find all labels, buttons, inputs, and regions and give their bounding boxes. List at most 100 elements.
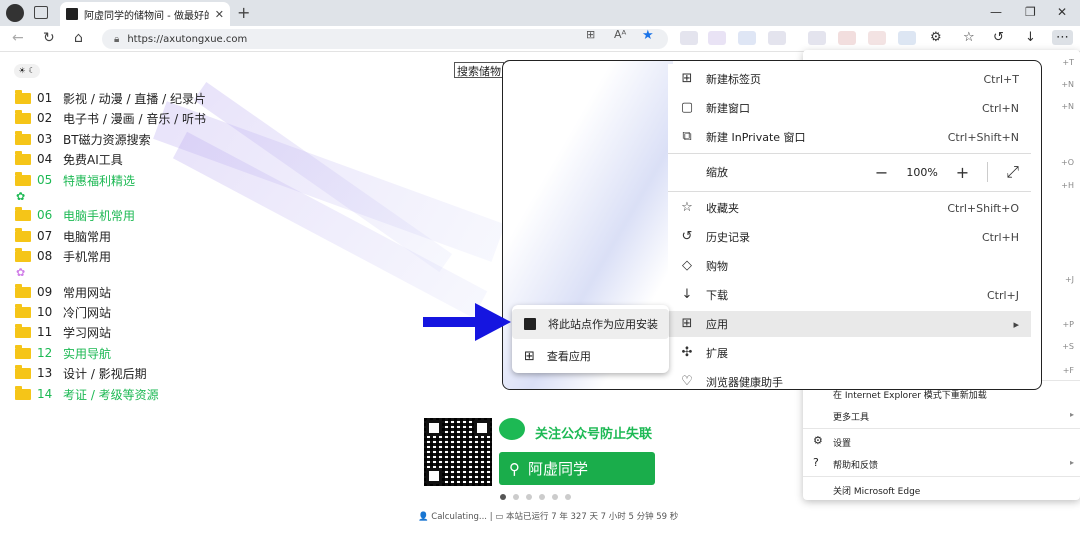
theme-toggle[interactable]: ☀ ☾ bbox=[14, 64, 40, 78]
shopping-icon: ◇ bbox=[682, 258, 692, 273]
category-label: 电子书 / 漫画 / 音乐 / 听书 bbox=[63, 111, 207, 126]
category-item[interactable]: 12 实用导航 bbox=[15, 344, 111, 361]
menu-item-label: 新建 InPrivate 窗口 bbox=[706, 131, 806, 144]
new-tab-button[interactable]: + bbox=[237, 3, 250, 22]
profile-avatar[interactable] bbox=[6, 4, 24, 22]
favorites-icon[interactable]: ☆ bbox=[963, 30, 975, 45]
category-label: 学习网站 bbox=[63, 325, 112, 340]
category-item[interactable]: 06 电脑手机常用 bbox=[15, 206, 135, 223]
folder-icon bbox=[15, 364, 31, 379]
bg-menu-settings[interactable]: 设置 bbox=[833, 436, 851, 449]
app-available-icon[interactable]: ⊞ bbox=[586, 28, 595, 41]
menu-item-shopping[interactable]: ◇ 购物 bbox=[668, 253, 1031, 279]
category-label: 冷门网站 bbox=[63, 305, 112, 320]
menu-item-new-window[interactable]: ▢ 新建窗口 Ctrl+N bbox=[668, 95, 1031, 121]
category-item[interactable]: 09 常用网站 bbox=[15, 283, 111, 300]
tab-actions-icon[interactable] bbox=[34, 6, 48, 19]
menu-shortcut: Ctrl+Shift+O bbox=[947, 201, 1019, 215]
site-favicon-icon bbox=[524, 318, 536, 330]
search-input[interactable]: 搜索储物 bbox=[454, 62, 504, 78]
carousel-dot[interactable] bbox=[552, 494, 558, 500]
extension-icon[interactable] bbox=[768, 31, 786, 45]
category-number: 07 bbox=[37, 229, 53, 243]
folder-icon bbox=[15, 323, 31, 338]
favorite-star-icon[interactable]: ★ bbox=[642, 28, 654, 43]
carousel-dot[interactable] bbox=[526, 494, 532, 500]
menu-item-browser-health[interactable]: ♡ 浏览器健康助手 bbox=[668, 369, 1031, 395]
category-item[interactable]: 07 电脑常用 bbox=[15, 227, 111, 244]
carousel-dot[interactable] bbox=[513, 494, 519, 500]
category-number: 06 bbox=[37, 208, 53, 222]
minimize-icon[interactable]: — bbox=[990, 5, 1002, 19]
shortcut-text: +N bbox=[1061, 80, 1074, 89]
category-item[interactable]: 02 电子书 / 漫画 / 音乐 / 听书 bbox=[15, 109, 207, 126]
search-account-button[interactable]: ⚲ 阿虚同学 bbox=[499, 452, 655, 485]
refresh-icon[interactable]: ↻ bbox=[43, 30, 55, 46]
category-item[interactable]: 13 设计 / 影视后期 bbox=[15, 364, 147, 381]
bg-menu-help[interactable]: 帮助和反馈 bbox=[833, 458, 878, 471]
lock-icon[interactable]: 🔒︎ bbox=[114, 34, 119, 45]
category-item[interactable]: 01 影视 / 动漫 / 直播 / 纪录片 bbox=[15, 89, 206, 106]
maximize-icon[interactable]: ❐ bbox=[1025, 5, 1036, 19]
menu-item-inprivate[interactable]: ⧉ 新建 InPrivate 窗口 Ctrl+Shift+N bbox=[668, 124, 1031, 150]
extension-icon[interactable] bbox=[868, 31, 886, 45]
wechat-icon bbox=[499, 418, 525, 440]
history-icon: ↺ bbox=[681, 229, 693, 244]
tab-title: 阿虚同学的储物间 - 做最好的互联 bbox=[84, 10, 209, 22]
category-item[interactable]: 10 冷门网站 bbox=[15, 303, 112, 320]
read-aloud-icon[interactable]: Aᴬ bbox=[614, 28, 626, 41]
install-site-as-app[interactable]: 将此站点作为应用安装 bbox=[512, 309, 669, 339]
close-tab-icon[interactable]: ✕ bbox=[215, 8, 224, 21]
search-account-label: 阿虚同学 bbox=[528, 460, 589, 478]
close-window-icon[interactable]: ✕ bbox=[1057, 5, 1067, 19]
chevron-right-icon: ▸ bbox=[1069, 458, 1074, 467]
bg-menu-close-edge[interactable]: 关闭 Microsoft Edge bbox=[833, 484, 920, 497]
folder-icon bbox=[15, 303, 31, 318]
carousel-dot[interactable] bbox=[539, 494, 545, 500]
shortcut-text: +P bbox=[1062, 320, 1074, 329]
zoom-in-button[interactable]: + bbox=[956, 163, 969, 182]
extension-icon[interactable] bbox=[738, 31, 756, 45]
extension-icon[interactable] bbox=[838, 31, 856, 45]
shortcut-text: +N bbox=[1061, 102, 1074, 111]
category-item[interactable]: 05 特惠福利精选 bbox=[15, 171, 135, 188]
settings-more-icon[interactable]: ⋯ bbox=[1052, 30, 1073, 45]
menu-item-new-tab[interactable]: ⊞ 新建标签页 Ctrl+T bbox=[668, 66, 1031, 92]
category-item[interactable]: 04 免费AI工具 bbox=[15, 150, 123, 167]
zoom-out-button[interactable]: − bbox=[875, 163, 888, 182]
folder-icon bbox=[15, 385, 31, 400]
extensions-icon: ✣ bbox=[681, 345, 693, 360]
menu-shortcut: Ctrl+J bbox=[986, 288, 1019, 302]
menu-item-favorites[interactable]: ☆ 收藏夹 Ctrl+Shift+O bbox=[668, 195, 1031, 221]
extension-icon[interactable] bbox=[708, 31, 726, 45]
view-apps[interactable]: ⊞ 查看应用 bbox=[512, 341, 669, 371]
history-icon[interactable]: ↺ bbox=[993, 30, 1004, 45]
category-item[interactable]: 14 考证 / 考级等资源 bbox=[15, 385, 159, 402]
category-item[interactable]: 11 学习网站 bbox=[15, 323, 112, 340]
extension-icon[interactable] bbox=[808, 31, 826, 45]
extension-icon[interactable] bbox=[680, 31, 698, 45]
fullscreen-icon[interactable]: ⤢ bbox=[1006, 162, 1019, 182]
menu-item-apps[interactable]: ⊞ 应用 ▸ bbox=[668, 311, 1031, 337]
menu-item-downloads[interactable]: ↓ 下载 Ctrl+J bbox=[668, 282, 1031, 308]
menu-item-extensions[interactable]: ✣ 扩展 bbox=[668, 340, 1031, 366]
edge-settings-menu: ⊞ 新建标签页 Ctrl+T ▢ 新建窗口 Ctrl+N ⧉ 新建 InPriv… bbox=[668, 64, 1031, 389]
extensions-puzzle-icon[interactable]: ⚙ bbox=[930, 30, 942, 45]
extension-icon[interactable] bbox=[898, 31, 916, 45]
category-number: 04 bbox=[37, 152, 53, 166]
category-item[interactable]: 03 BT磁力资源搜索 bbox=[15, 130, 151, 147]
help-icon: ? bbox=[813, 456, 819, 469]
carousel-dot[interactable] bbox=[565, 494, 571, 500]
browser-tab[interactable]: 阿虚同学的储物间 - 做最好的互联 ✕ bbox=[60, 2, 230, 26]
folder-icon bbox=[15, 130, 31, 145]
gear-icon: ✿ bbox=[16, 266, 26, 279]
menu-item-label: 新建标签页 bbox=[706, 73, 761, 86]
menu-item-history[interactable]: ↺ 历史记录 Ctrl+H bbox=[668, 224, 1031, 250]
back-icon[interactable]: ← bbox=[12, 30, 24, 46]
home-icon[interactable]: ⌂ bbox=[74, 30, 83, 46]
category-item[interactable]: 08 手机常用 bbox=[15, 247, 111, 264]
address-bar[interactable]: 🔒︎ https://axutongxue.com bbox=[102, 29, 668, 49]
bg-menu-item[interactable]: 更多工具 bbox=[833, 410, 869, 423]
carousel-dot[interactable] bbox=[500, 494, 506, 500]
downloads-icon[interactable]: ↓ bbox=[1025, 30, 1036, 45]
